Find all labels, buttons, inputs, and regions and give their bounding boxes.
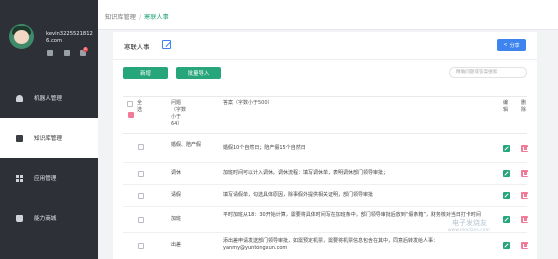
select-all-checkbox[interactable] [127, 101, 133, 107]
search-input[interactable]: 精确问题或答案搜索 [449, 67, 527, 78]
row-question: 调休 [171, 170, 182, 176]
sidebar-item-knowledge[interactable]: 知识库管理 [0, 118, 98, 158]
settings-icon[interactable] [64, 50, 70, 56]
grid-icon [16, 174, 23, 182]
avatar-face [14, 30, 29, 44]
top-bar: 知识库管理 / 寒联人事 [98, 0, 558, 30]
shop-icon [16, 214, 23, 222]
table-row: 出差 添出差申请发送部门领导审批，如需预定机票，需要将机票信息包含在其中，同意后… [123, 233, 528, 259]
sidebar-item-label: 机器人管理 [34, 96, 62, 102]
row-checkbox[interactable] [138, 217, 144, 223]
page-title: 寒联人事 [124, 43, 150, 51]
row-checkbox[interactable] [138, 193, 144, 199]
sidebar-item-apps[interactable]: 应用管理 [0, 158, 98, 198]
row-question: 请假 [171, 192, 182, 198]
avatar[interactable] [9, 24, 34, 49]
row-question: 出差 [171, 242, 182, 248]
batch-delete-icon[interactable] [128, 112, 134, 118]
row-answer: 填写请假单，勾选具体原因，除事假外提供相关证明，部门领导审批 [223, 192, 374, 198]
table-row: 婚假、陪产假 婚假10个自然日；陪产假15个自然日 [123, 135, 528, 163]
table-header: 全选 问题（字数小于64） 答案（字数小于500） 编辑 删除 [123, 96, 527, 134]
sidebar-item-label: 能力商城 [34, 216, 57, 222]
table-row: 请假 填写请假单，勾选具体原因，除事假外提供相关证明，部门领导审批 [123, 185, 528, 207]
row-checkbox[interactable] [138, 243, 144, 249]
robot-icon [16, 94, 23, 102]
username: kevin32255218126.com [46, 31, 93, 44]
sidebar-item-store[interactable]: 能力商城 [0, 198, 98, 238]
edit-icon[interactable] [503, 170, 510, 177]
table-row: 调休 加班时间可以计入调休。调休流程：填写调休单，表明调休部门领导审批； [123, 163, 528, 185]
sidebar-item-robot[interactable]: 机器人管理 [0, 78, 98, 118]
column-question: 问题（字数小于64） [171, 100, 187, 127]
row-question: 婚假、陪产假 [171, 142, 202, 148]
batch-import-button[interactable]: 批量导入 [176, 67, 221, 79]
sidebar-item-label: 知识库管理 [34, 136, 62, 142]
watermark-text: 电子发烧友 [452, 219, 487, 227]
row-checkbox[interactable] [138, 144, 144, 150]
watermark-url: www.elecfans.com [448, 228, 490, 233]
row-answer: 添出差申请发送部门领导审批，如需预定机票，需要将机票信息包含在其中，同意后转发给… [223, 238, 439, 251]
edit-icon[interactable] [503, 242, 510, 249]
add-button[interactable]: 新增 [123, 67, 168, 79]
column-answer: 答案（字数小于500） [223, 100, 273, 106]
row-answer: 加班时间可以计入调休。调休流程：填写调休单，表明调休部门领导审批； [223, 170, 389, 176]
edit-title-icon[interactable] [162, 40, 171, 49]
delete-icon[interactable] [521, 145, 528, 152]
column-delete: 删除 [521, 100, 527, 113]
select-all-label: 全选 [137, 100, 143, 113]
breadcrumb-current: 寒联人事 [144, 14, 169, 21]
breadcrumb: 知识库管理 / 寒联人事 [105, 12, 169, 21]
book-icon [16, 134, 23, 142]
row-question: 加班 [171, 216, 182, 222]
edit-icon[interactable] [503, 145, 510, 152]
user-icon[interactable] [47, 50, 53, 56]
column-edit: 编辑 [503, 100, 509, 113]
share-button[interactable]: < 分享 [497, 39, 526, 51]
share-label: 分享 [509, 42, 520, 49]
user-profile: kevin32255218126.com 8 [0, 0, 98, 74]
row-checkbox[interactable] [138, 171, 144, 177]
share-icon: < [503, 42, 508, 48]
sidebar-item-label: 应用管理 [34, 176, 57, 182]
delete-icon[interactable] [521, 242, 528, 249]
delete-icon[interactable] [521, 170, 528, 177]
delete-icon[interactable] [521, 216, 528, 223]
edit-icon[interactable] [503, 192, 510, 199]
sidebar: kevin32255218126.com 8 机器人管理 知识库管理 应用管理 … [0, 0, 98, 259]
breadcrumb-separator: / [138, 14, 142, 21]
delete-icon[interactable] [521, 192, 528, 199]
notification-badge: 8 [83, 47, 88, 52]
row-answer: 婚假10个自然日；陪产假15个自然日 [223, 145, 306, 151]
edit-icon[interactable] [503, 216, 510, 223]
divider [113, 59, 537, 60]
watermark: 电子发烧友 www.elecfans.com [448, 218, 490, 233]
breadcrumb-root[interactable]: 知识库管理 [105, 14, 136, 21]
